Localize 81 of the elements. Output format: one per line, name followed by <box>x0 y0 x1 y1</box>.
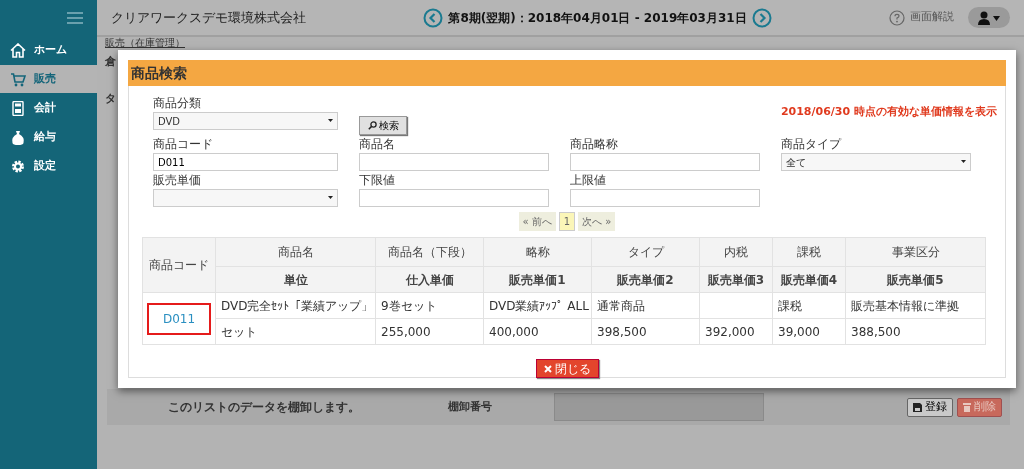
sidebar-item[interactable]: 会計 <box>0 94 97 122</box>
fiscal-period: 第8期(翌期)：2018年04月01日 - 2019年03月31日 <box>448 9 747 27</box>
search-button[interactable]: 検索 <box>359 116 407 135</box>
product-code-link[interactable]: D011 <box>146 302 212 335</box>
column-header: 事業区分 <box>845 237 986 267</box>
next-page-button[interactable]: 次へ » <box>578 212 616 231</box>
trash-icon <box>963 402 971 412</box>
table-cell: 255,000 <box>375 318 484 345</box>
field-label: 商品コード <box>153 136 214 153</box>
column-header: 販売単価4 <box>772 266 846 293</box>
sidebar-item[interactable]: 設定 <box>0 152 97 180</box>
column-header: 略称 <box>483 237 592 267</box>
money-bag-icon <box>10 129 26 145</box>
table-cell: 400,000 <box>483 318 592 345</box>
user-icon <box>977 10 1001 25</box>
previous-page-button[interactable]: « 前へ <box>518 212 556 231</box>
select-field[interactable] <box>153 189 338 207</box>
search-icon <box>367 121 377 130</box>
dialog-title: 商品検索 <box>131 63 187 83</box>
column-header: 単位 <box>215 266 376 293</box>
field-label: 上限値 <box>570 172 607 189</box>
column-header: 商品名（下段） <box>375 237 484 267</box>
help-link[interactable]: 画面解説 <box>910 9 954 26</box>
field-label: タ <box>105 90 117 107</box>
table-cell: DVD業績ｱｯﾌﾟ ALL <box>483 292 592 319</box>
table-cell: 392,000 <box>699 318 773 345</box>
table-cell: 通常商品 <box>591 292 700 319</box>
field-label: 商品タイプ <box>781 136 843 153</box>
table-cell: 39,000 <box>772 318 846 345</box>
close-button[interactable]: 閉じる <box>535 359 599 378</box>
field-label: 商品略称 <box>570 136 619 153</box>
breadcrumb-link[interactable]: 販売（在庫管理） <box>97 37 185 48</box>
footer-message: このリストのデータを棚卸します。 <box>168 399 360 416</box>
close-icon <box>543 364 552 373</box>
field-label: 商品名 <box>359 136 396 153</box>
table-cell: セット <box>215 318 376 345</box>
table-cell: 388,500 <box>845 318 986 345</box>
field-label: 商品分類 <box>153 95 202 112</box>
column-header: 商品コード <box>142 237 216 293</box>
input-field[interactable] <box>570 189 760 207</box>
user-menu-button[interactable] <box>968 7 1010 28</box>
company-name: クリアワークスデモ環境株式会社 <box>111 8 306 27</box>
column-header: タイプ <box>591 237 700 267</box>
input-field[interactable] <box>359 153 549 171</box>
next-icon[interactable] <box>751 7 772 28</box>
page-button[interactable]: 1 <box>558 212 576 231</box>
settings-icon <box>10 158 26 174</box>
table-cell: DVD完全ｾｯﾄ「業績アップ」 <box>215 292 376 319</box>
field-label: 販売単価 <box>153 172 202 189</box>
column-header: 販売単価3 <box>699 266 773 293</box>
calculator-icon <box>10 100 26 116</box>
menu-icon[interactable] <box>67 12 83 24</box>
previous-icon[interactable] <box>423 7 444 28</box>
input-field[interactable]: D011 <box>153 153 338 171</box>
help-icon[interactable] <box>889 9 905 26</box>
table-cell: 課税 <box>772 292 846 319</box>
select-field[interactable]: 全て <box>781 153 971 171</box>
save-icon <box>913 402 922 412</box>
table-cell: 398,500 <box>591 318 700 345</box>
input-field[interactable] <box>554 393 764 421</box>
cart-icon <box>10 71 26 87</box>
column-header: 仕入単価 <box>375 266 484 293</box>
column-header: 商品名 <box>215 237 376 267</box>
input-field[interactable] <box>359 189 549 207</box>
select-field[interactable]: DVD <box>153 112 338 130</box>
home-icon <box>10 42 26 58</box>
save-button[interactable]: 登録 <box>907 397 953 417</box>
column-header: 販売単価5 <box>845 266 986 293</box>
field-label: 棚卸番号 <box>448 398 492 415</box>
field-label: 倉 <box>105 54 117 70</box>
sidebar-item[interactable]: ホーム <box>0 36 97 64</box>
notice-text: 2018/06/30 時点の有効な単価情報を表示 <box>779 104 997 120</box>
input-field[interactable] <box>570 153 760 171</box>
table-cell: 9巻セット <box>375 292 484 319</box>
column-header: 販売単価2 <box>591 266 700 293</box>
column-header: 課税 <box>772 237 846 267</box>
table-cell: 販売基本情報に準拠 <box>845 292 986 319</box>
column-header: 内税 <box>699 237 773 267</box>
column-header: 販売単価1 <box>483 266 592 293</box>
sidebar-item[interactable]: 給与 <box>0 123 97 151</box>
field-label: 下限値 <box>359 172 396 189</box>
